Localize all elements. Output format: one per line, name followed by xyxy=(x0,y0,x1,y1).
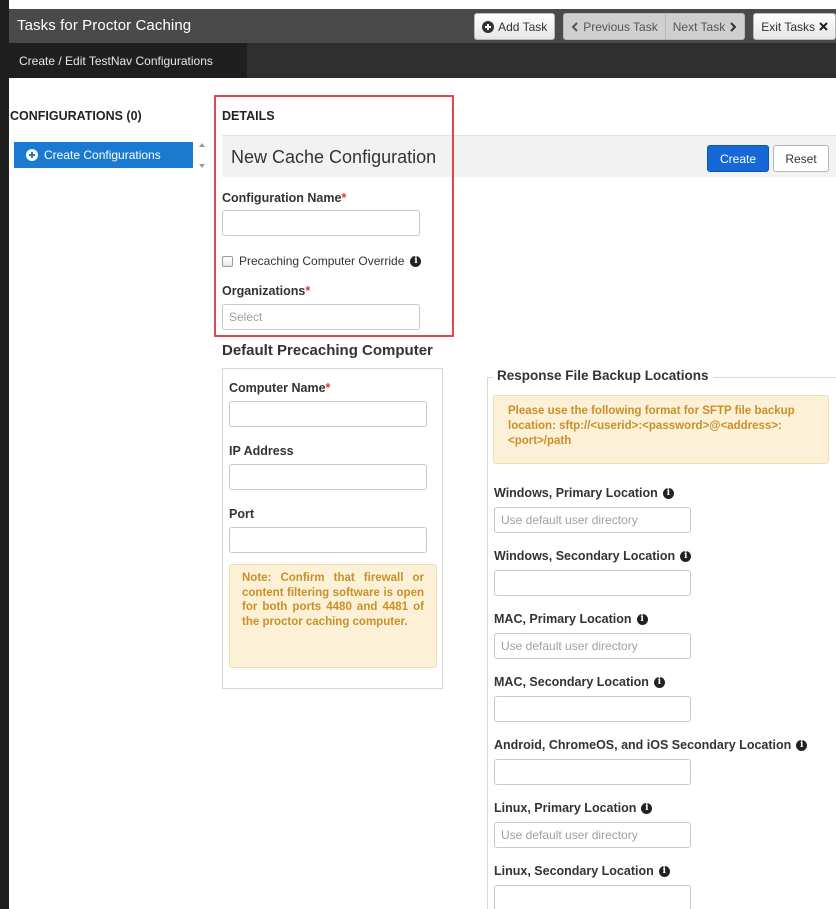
organizations-select[interactable] xyxy=(222,304,420,330)
android-secondary-label: Android, ChromeOS, and iOS Secondary Loc… xyxy=(494,738,808,752)
linux-secondary-label: Linux, Secondary Location i xyxy=(494,864,670,878)
info-icon[interactable]: i xyxy=(680,550,692,562)
add-task-button[interactable]: Add Task xyxy=(474,13,556,40)
previous-task-button[interactable]: Previous Task xyxy=(563,13,666,40)
header-bar: Tasks for Proctor Caching Add Task Previ… xyxy=(9,9,836,43)
scroll-up-icon[interactable] xyxy=(199,143,205,147)
linux-primary-label: Linux, Primary Location i xyxy=(494,801,653,815)
mac-primary-text: MAC, Primary Location xyxy=(494,612,632,626)
ip-address-label: IP Address xyxy=(229,444,294,458)
organizations-text: Organizations xyxy=(222,284,306,298)
configuration-name-text: Configuration Name xyxy=(222,191,342,205)
info-icon[interactable]: i xyxy=(653,676,665,688)
next-task-button[interactable]: Next Task xyxy=(665,13,746,40)
fieldset-border-left xyxy=(487,377,488,909)
windows-primary-input[interactable] xyxy=(494,507,691,533)
linux-secondary-text: Linux, Secondary Location xyxy=(494,864,654,878)
android-secondary-text: Android, ChromeOS, and iOS Secondary Loc… xyxy=(494,738,792,752)
computer-name-label: Computer Name* xyxy=(229,381,330,395)
required-marker: * xyxy=(325,381,331,395)
android-secondary-input[interactable] xyxy=(494,759,691,785)
configurations-list: Create Configurations xyxy=(14,142,207,172)
chevron-left-icon xyxy=(571,21,578,32)
mac-primary-input[interactable] xyxy=(494,633,691,659)
windows-secondary-label: Windows, Secondary Location i xyxy=(494,549,692,563)
info-icon[interactable]: i xyxy=(662,487,674,499)
configuration-name-input[interactable] xyxy=(222,210,420,236)
mac-primary-label: MAC, Primary Location i xyxy=(494,612,648,626)
info-icon[interactable]: i xyxy=(796,739,808,751)
chevron-right-icon xyxy=(730,21,737,32)
port-input[interactable] xyxy=(229,527,427,553)
tab-create-edit-configurations[interactable]: Create / Edit TestNav Configurations xyxy=(9,43,247,78)
precaching-override-label: Precaching Computer Override xyxy=(239,254,405,268)
configuration-heading: New Cache Configuration xyxy=(231,147,437,167)
linux-primary-text: Linux, Primary Location xyxy=(494,801,637,815)
page-title: Tasks for Proctor Caching xyxy=(17,17,192,34)
task-nav: Add Task Previous Task Next Task Exit Ta… xyxy=(474,13,836,40)
linux-secondary-input[interactable] xyxy=(494,885,691,909)
sftp-format-note: Please use the following format for SFTP… xyxy=(493,395,829,464)
plus-circle-icon xyxy=(482,20,495,33)
default-precaching-heading: Default Precaching Computer xyxy=(222,342,433,359)
exit-tasks-label: Exit Tasks xyxy=(761,19,815,34)
plus-circle-icon xyxy=(26,149,38,161)
windows-secondary-text: Windows, Secondary Location xyxy=(494,549,676,563)
create-button[interactable]: Create xyxy=(707,145,769,172)
info-icon[interactable]: i xyxy=(658,865,670,877)
computer-name-input[interactable] xyxy=(229,401,427,427)
previous-task-label: Previous Task xyxy=(583,19,658,34)
reset-button[interactable]: Reset xyxy=(773,145,829,172)
scroll-down-icon[interactable] xyxy=(199,164,205,168)
next-task-label: Next Task xyxy=(672,19,726,34)
backup-locations-heading: Response File Backup Locations xyxy=(493,368,713,383)
ip-address-input[interactable] xyxy=(229,464,427,490)
port-label: Port xyxy=(229,507,254,521)
computer-name-text: Computer Name xyxy=(229,381,326,395)
firewall-note: Note: Confirm that firewall or content f… xyxy=(229,564,437,668)
sidebar-item-label: Create Configurations xyxy=(44,148,161,162)
linux-primary-input[interactable] xyxy=(494,822,691,848)
close-icon xyxy=(819,22,828,31)
details-heading: DETAILS xyxy=(222,109,275,123)
required-marker: * xyxy=(341,191,347,205)
sub-navigation: Create / Edit TestNav Configurations xyxy=(9,43,836,78)
mac-secondary-text: MAC, Secondary Location xyxy=(494,675,649,689)
info-icon[interactable]: i xyxy=(410,255,422,267)
mac-secondary-label: MAC, Secondary Location i xyxy=(494,675,665,689)
configuration-name-label: Configuration Name* xyxy=(222,191,346,205)
required-marker: * xyxy=(305,284,311,298)
precaching-override-checkbox[interactable] xyxy=(222,255,233,267)
configurations-heading: CONFIGURATIONS (0) xyxy=(10,109,142,123)
windows-primary-label: Windows, Primary Location i xyxy=(494,486,674,500)
sidebar-item-create-configurations[interactable]: Create Configurations xyxy=(14,142,193,168)
precaching-override-row: Precaching Computer Override i xyxy=(222,254,422,268)
windows-secondary-input[interactable] xyxy=(494,570,691,596)
info-icon[interactable]: i xyxy=(641,802,653,814)
list-scrollbar[interactable] xyxy=(197,142,207,172)
add-task-label: Add Task xyxy=(498,19,548,34)
info-icon[interactable]: i xyxy=(636,613,648,625)
windows-primary-text: Windows, Primary Location xyxy=(494,486,658,500)
mac-secondary-input[interactable] xyxy=(494,696,691,722)
organizations-label: Organizations* xyxy=(222,284,310,298)
exit-tasks-button[interactable]: Exit Tasks xyxy=(753,13,836,40)
